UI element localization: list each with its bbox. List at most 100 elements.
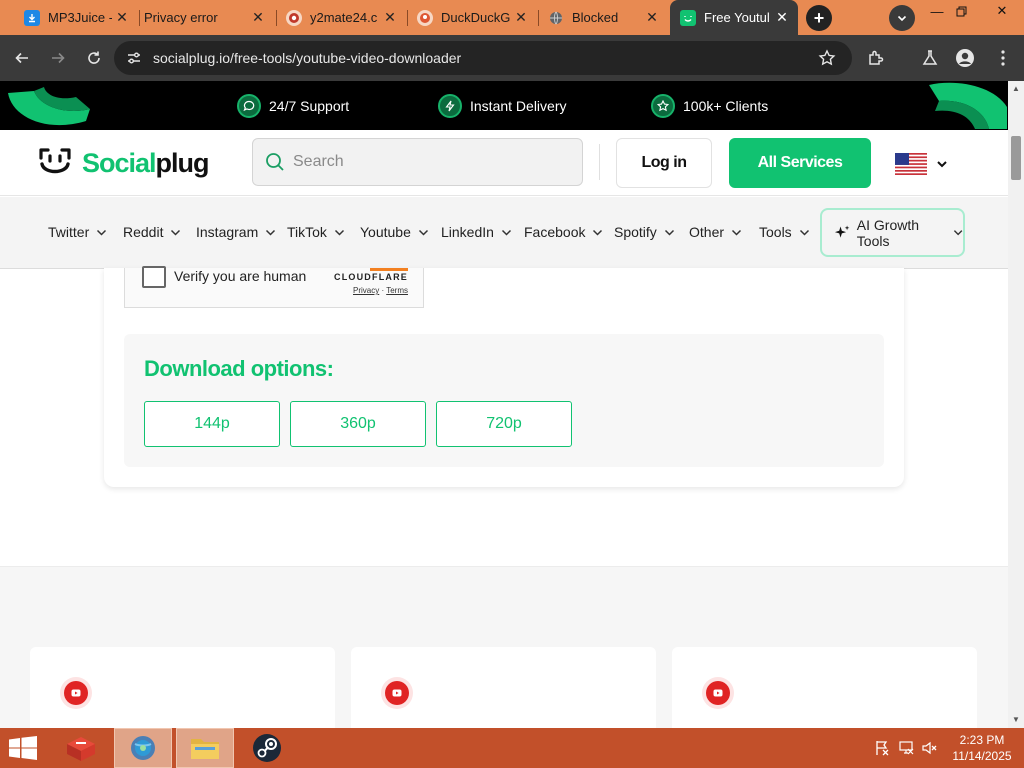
close-tab-icon[interactable]: ✕	[112, 8, 132, 28]
site-info-icon[interactable]	[126, 50, 142, 71]
folder-icon	[191, 739, 219, 759]
windows-taskbar: 2:23 PM 11/14/2025	[0, 728, 1024, 768]
arrow-right-icon	[52, 52, 65, 64]
back-button[interactable]	[10, 46, 34, 70]
labs-flask-icon[interactable]	[920, 48, 940, 68]
page-scrollbar[interactable]: ▲ ▼	[1008, 81, 1024, 728]
download-options-title: Download options:	[144, 356, 334, 381]
privacy-link[interactable]: Privacy	[353, 286, 379, 295]
scrollbar-thumb[interactable]	[1011, 136, 1021, 180]
tab-search-button[interactable]	[889, 5, 915, 31]
socialplug-logo[interactable]: Socialplug	[38, 146, 210, 180]
tab-free-youtube[interactable]: Free Youtul ✕	[670, 0, 798, 35]
decorative-swoosh-left	[8, 87, 90, 126]
taskbar-clock[interactable]: 2:23 PM 11/14/2025	[944, 732, 1020, 764]
taskbar-app-browser[interactable]	[114, 728, 172, 768]
smiley-logo-icon	[39, 148, 71, 174]
close-tab-icon[interactable]: ✕	[248, 8, 268, 28]
download-144p-button[interactable]: 144p	[144, 401, 280, 447]
browser-globe-icon	[131, 736, 155, 760]
search-input[interactable]	[293, 151, 563, 173]
nav-spotify[interactable]: Spotify	[614, 224, 675, 240]
chevron-down-icon	[334, 229, 344, 236]
chevron-down-icon	[799, 229, 809, 236]
tab-title: DuckDuckG	[441, 10, 511, 25]
nav-facebook[interactable]: Facebook	[524, 224, 603, 240]
download-720p-button[interactable]: 720p	[436, 401, 572, 447]
y2mate-icon	[286, 9, 302, 26]
all-services-button[interactable]: All Services	[729, 138, 871, 188]
language-selector[interactable]	[895, 153, 949, 175]
chevron-down-icon	[897, 15, 907, 22]
profile-avatar-icon[interactable]	[955, 48, 975, 68]
reload-button[interactable]	[82, 46, 106, 70]
volume-muted-icon[interactable]	[922, 740, 938, 761]
close-tab-icon[interactable]: ✕	[772, 8, 792, 28]
feature-card	[672, 647, 977, 728]
taskbar-app-games[interactable]	[52, 728, 110, 768]
tab-y2mate[interactable]: y2mate24.c ✕	[276, 0, 406, 35]
nav-reddit[interactable]: Reddit	[123, 224, 181, 240]
tab-blocked[interactable]: Blocked ✕	[538, 0, 668, 35]
taskbar-app-steam[interactable]	[238, 728, 296, 768]
game-box-icon	[67, 737, 95, 761]
site-header: Socialplug Log in All Services	[0, 130, 1008, 196]
taskbar-app-explorer[interactable]	[176, 728, 234, 768]
tab-privacy-error[interactable]: Privacy error ✕	[134, 0, 274, 35]
star-icon	[651, 94, 675, 118]
chevron-down-icon	[664, 229, 674, 236]
forward-button[interactable]	[46, 46, 70, 70]
captcha-provider: CLOUDFLARE	[334, 272, 408, 282]
verify-checkbox[interactable]	[142, 266, 166, 288]
chevron-down-icon	[731, 229, 742, 236]
globe-icon	[548, 10, 564, 26]
youtube-icon	[702, 677, 734, 709]
decorative-swoosh-right	[929, 82, 1007, 129]
tab-mp3juice[interactable]: MP3Juice - ✕	[14, 0, 138, 35]
sparkle-icon	[834, 225, 850, 238]
nav-other[interactable]: Other	[689, 224, 742, 240]
promo-support: 24/7 Support	[237, 94, 349, 118]
tab-duckduckgo[interactable]: DuckDuckG ✕	[407, 0, 537, 35]
bolt-icon	[438, 94, 462, 118]
more-menu-icon[interactable]	[993, 48, 1013, 68]
close-tab-icon[interactable]: ✕	[511, 8, 531, 28]
tab-title: y2mate24.c	[310, 10, 378, 25]
close-tab-icon[interactable]: ✕	[642, 8, 662, 28]
promo-clients: 100k+ Clients	[651, 94, 768, 118]
new-tab-button[interactable]: +	[806, 5, 832, 31]
captcha-label: Verify you are human	[174, 268, 307, 284]
search-icon	[266, 153, 284, 171]
youtube-icon	[381, 677, 413, 709]
scroll-down-icon[interactable]: ▼	[1012, 715, 1020, 724]
scroll-up-icon[interactable]: ▲	[1012, 84, 1020, 93]
nav-twitter[interactable]: Twitter	[48, 224, 107, 240]
nav-linkedin[interactable]: LinkedIn	[441, 224, 512, 240]
restore-button[interactable]	[946, 0, 976, 22]
nav-tools[interactable]: Tools	[759, 224, 810, 240]
download-360p-button[interactable]: 360p	[290, 401, 426, 447]
terms-link[interactable]: Terms	[386, 286, 408, 295]
tab-title: Privacy error	[144, 10, 218, 25]
ai-growth-tools-button[interactable]: AI Growth Tools	[820, 208, 965, 257]
login-button[interactable]: Log in	[616, 138, 712, 188]
bookmark-star-icon[interactable]	[818, 49, 836, 72]
promo-label: 100k+ Clients	[683, 98, 769, 114]
windows-logo-icon	[9, 736, 37, 760]
close-tab-icon[interactable]: ✕	[380, 8, 400, 28]
feature-card	[30, 647, 335, 728]
clock-time: 2:23 PM	[959, 733, 1005, 747]
network-icon[interactable]	[898, 740, 914, 761]
close-window-button[interactable]: ✕	[982, 0, 1022, 22]
extensions-icon[interactable]	[866, 48, 886, 68]
search-box[interactable]	[252, 138, 583, 186]
chevron-down-icon	[266, 229, 276, 236]
cloudflare-logo-icon	[370, 268, 408, 271]
address-bar[interactable]: socialplug.io/free-tools/youtube-video-d…	[114, 41, 852, 75]
nav-youtube[interactable]: Youtube	[360, 224, 429, 240]
nav-instagram[interactable]: Instagram	[196, 224, 276, 240]
action-center-flag-icon[interactable]	[874, 740, 890, 761]
arrow-left-icon	[15, 52, 28, 64]
nav-tiktok[interactable]: TikTok	[287, 224, 345, 240]
start-button[interactable]	[8, 736, 38, 765]
